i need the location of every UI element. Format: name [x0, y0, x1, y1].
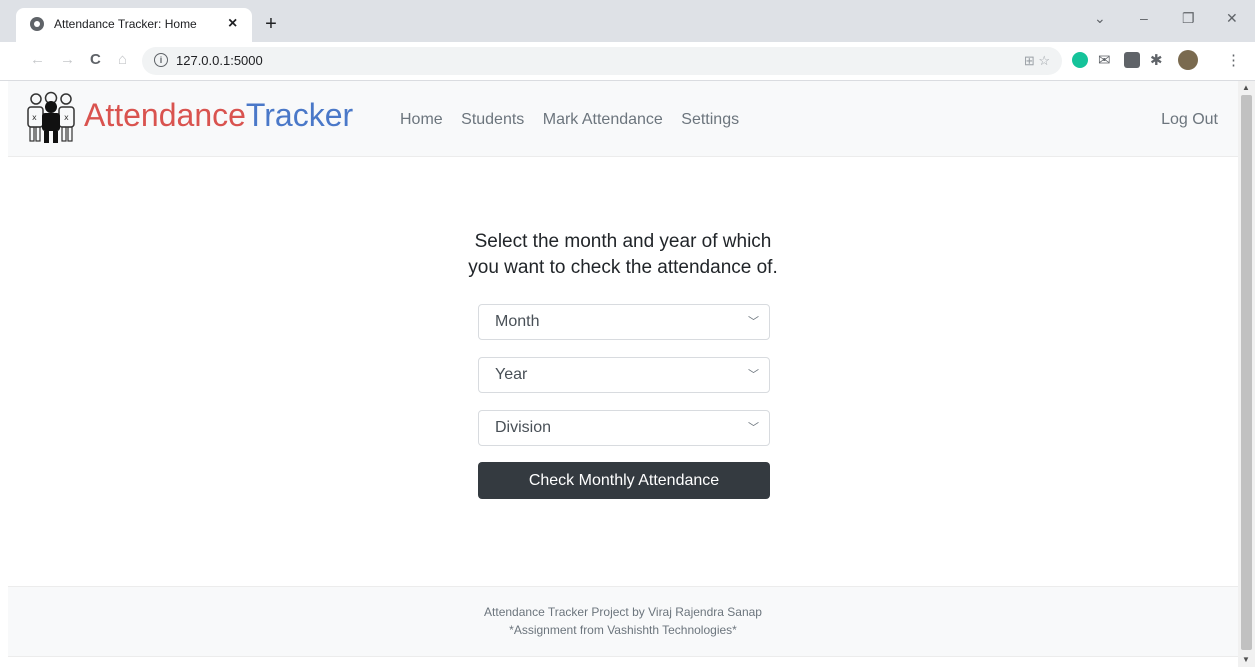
forward-icon[interactable]: →: [60, 51, 75, 68]
footer-assignment: *Assignment from Vashishth Technologies*: [509, 623, 737, 637]
chevron-down-icon: ﹀: [748, 316, 759, 328]
division-select-value: Division: [495, 419, 552, 436]
puzzle-icon[interactable]: ✱: [1150, 51, 1163, 69]
brand-part-attendance: Attendance: [84, 97, 246, 133]
brand-title[interactable]: AttendanceTracker: [84, 95, 353, 135]
logout-link[interactable]: Log Out: [1161, 111, 1218, 129]
address-bar[interactable]: i 127.0.0.1:5000 ⊞ ☆: [142, 47, 1062, 75]
new-tab-button[interactable]: +: [258, 11, 284, 37]
year-select-value: Year: [495, 366, 528, 383]
back-icon[interactable]: ←: [30, 51, 45, 68]
menu-dots-icon[interactable]: ⋮: [1226, 51, 1241, 69]
browser-tab[interactable]: Attendance Tracker: Home ×: [16, 8, 252, 42]
tab-search-icon[interactable]: ⌄: [1094, 10, 1106, 27]
svg-text:x: x: [32, 113, 37, 122]
brand-part-tracker: Tracker: [245, 97, 354, 133]
nav-links: Home Students Mark Attendance Settings: [400, 111, 753, 129]
restore-icon[interactable]: ❐: [1182, 10, 1195, 27]
year-select[interactable]: Year ﹀: [478, 357, 770, 393]
scrollbar[interactable]: ▲ ▼: [1238, 81, 1255, 667]
browser-toolbar: ← → C ⌂ i 127.0.0.1:5000 ⊞ ☆ ✉ ✱ ⋮: [0, 42, 1255, 81]
nav-settings[interactable]: Settings: [681, 111, 739, 128]
instruction-text: Select the month and year of which you w…: [8, 229, 1238, 281]
chevron-down-icon: ﹀: [748, 369, 759, 381]
profile-avatar[interactable]: [1178, 50, 1198, 70]
attendance-logo-icon[interactable]: x x: [26, 91, 76, 143]
nav-home[interactable]: Home: [400, 111, 443, 128]
footer-credit: Attendance Tracker Project by Viraj Raje…: [484, 605, 762, 619]
web-page: x x AttendanceTracker Home Students Mark…: [8, 81, 1238, 667]
close-tab-icon[interactable]: ×: [228, 14, 237, 34]
scroll-up-icon[interactable]: ▲: [1242, 83, 1250, 92]
instruction-line-2: you want to check the attendance of.: [468, 257, 778, 278]
home-icon[interactable]: ⌂: [118, 51, 127, 68]
bookmark-star-icon[interactable]: ⊞ ☆: [1024, 53, 1050, 69]
extension-square-icon[interactable]: [1124, 52, 1140, 68]
division-select[interactable]: Division ﹀: [478, 410, 770, 446]
mail-icon[interactable]: ✉: [1098, 51, 1111, 69]
month-select[interactable]: Month ﹀: [478, 304, 770, 340]
grammarly-icon[interactable]: [1072, 52, 1088, 68]
instruction-line-1: Select the month and year of which: [474, 231, 772, 252]
minimize-icon[interactable]: –: [1140, 10, 1148, 26]
chevron-down-icon: ﹀: [748, 422, 759, 434]
reload-icon[interactable]: C: [90, 51, 101, 68]
main-content: Select the month and year of which you w…: [8, 157, 1238, 587]
check-monthly-attendance-button[interactable]: Check Monthly Attendance: [478, 462, 770, 499]
url-text: 127.0.0.1:5000: [176, 53, 263, 68]
tab-title: Attendance Tracker: Home: [54, 17, 197, 31]
browser-tab-bar: Attendance Tracker: Home × + ⌄ – ❐ ✕: [0, 0, 1255, 42]
svg-text:x: x: [64, 113, 69, 122]
footer: Attendance Tracker Project by Viraj Raje…: [8, 586, 1238, 657]
close-window-icon[interactable]: ✕: [1226, 10, 1238, 27]
navbar: x x AttendanceTracker Home Students Mark…: [8, 81, 1238, 157]
globe-icon: [30, 17, 44, 31]
scrollbar-thumb[interactable]: [1241, 95, 1252, 650]
nav-mark-attendance[interactable]: Mark Attendance: [543, 111, 663, 128]
nav-students[interactable]: Students: [461, 111, 524, 128]
month-select-value: Month: [495, 313, 540, 330]
info-icon[interactable]: i: [154, 53, 168, 67]
scroll-down-icon[interactable]: ▼: [1242, 655, 1250, 664]
